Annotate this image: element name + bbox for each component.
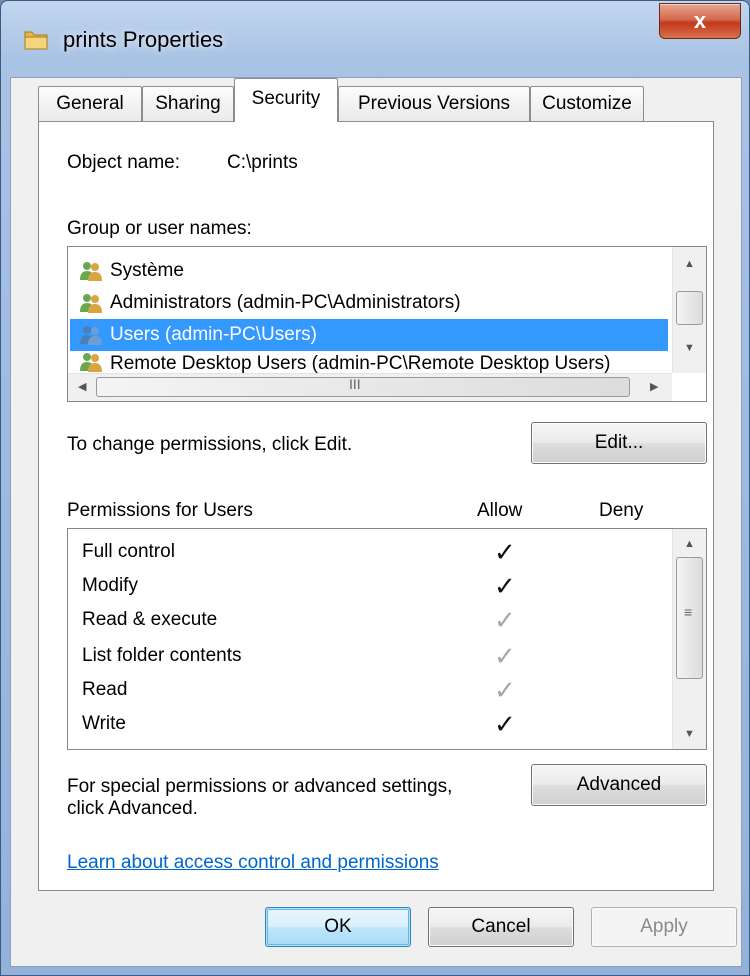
permission-name: Full control (82, 541, 175, 562)
group-label: Group or user names: (67, 218, 252, 239)
permission-name: Read (82, 679, 128, 700)
special-permissions-hint: For special permissions or advanced sett… (67, 776, 453, 797)
dialog-client-area: General Sharing Security Previous Versio… (10, 77, 742, 967)
user-group-icon (80, 294, 102, 313)
user-list-hscrollbar[interactable]: ◀ III ▶ (68, 373, 672, 401)
permissions-header: Permissions for Users (67, 500, 253, 521)
list-item[interactable]: Administrators (admin-PC\Administrators) (70, 287, 668, 319)
hscroll-thumb[interactable]: III (96, 376, 630, 397)
scroll-left-icon[interactable]: ◀ (78, 380, 86, 393)
learn-access-control-link[interactable]: Learn about access control and permissio… (67, 852, 439, 874)
user-group-icon (80, 326, 102, 345)
permission-name: List folder contents (82, 645, 242, 666)
special-permissions-hint-line2: click Advanced. (67, 798, 198, 819)
checkmark-icon: ✓ (494, 709, 516, 739)
scroll-right-icon[interactable]: ▶ (650, 380, 658, 393)
list-item[interactable]: Remote Desktop Users (admin-PC\Remote De… (70, 351, 668, 373)
table-row: Read ✓ (68, 673, 668, 709)
list-item-selected[interactable]: Users (admin-PC\Users) (70, 319, 668, 351)
permission-name: Modify (82, 575, 138, 596)
table-row: Read & execute ✓ (68, 603, 668, 639)
tab-general[interactable]: General (38, 86, 142, 122)
object-name-value: C:\prints (227, 152, 298, 173)
checkmark-icon: ✓ (494, 641, 516, 671)
scroll-up-icon[interactable]: ▲ (673, 531, 706, 557)
scroll-up-icon[interactable]: ▲ (673, 251, 706, 277)
grip-icon: III (349, 376, 361, 392)
properties-window: prints Properties x General Sharing Secu… (0, 0, 750, 976)
folder-icon (24, 31, 48, 50)
table-row: Modify ✓ (68, 569, 668, 605)
user-group-icon (80, 262, 102, 281)
ok-button[interactable]: OK (265, 907, 411, 947)
scroll-thumb[interactable] (676, 291, 703, 325)
object-name-label: Object name: (67, 152, 180, 173)
scroll-down-icon[interactable]: ▼ (673, 721, 706, 747)
grip-icon: ≡ (684, 604, 693, 620)
close-button[interactable]: x (659, 3, 741, 39)
list-item[interactable]: Système (70, 255, 668, 287)
table-row: List folder contents ✓ (68, 639, 668, 675)
checkmark-icon: ✓ (494, 605, 516, 635)
permissions-list: Full control ✓ Modify ✓ Read & execute ✓… (67, 528, 707, 750)
advanced-button[interactable]: Advanced (531, 764, 707, 806)
permission-name: Read & execute (82, 609, 218, 630)
tab-sharing[interactable]: Sharing (142, 86, 234, 122)
checkmark-icon: ✓ (494, 675, 516, 705)
allow-header: Allow (477, 500, 523, 521)
tab-security[interactable]: Security (234, 78, 338, 122)
edit-button[interactable]: Edit... (531, 422, 707, 464)
user-list-vscrollbar[interactable]: ▲ ▼ (672, 247, 706, 373)
security-tab-panel: Object name: C:\prints Group or user nam… (38, 121, 714, 891)
tab-customize[interactable]: Customize (530, 86, 644, 122)
permissions-vscrollbar[interactable]: ▲ ≡ ▼ (672, 529, 706, 749)
cancel-button[interactable]: Cancel (428, 907, 574, 947)
scroll-down-icon[interactable]: ▼ (673, 335, 706, 361)
deny-header: Deny (599, 500, 644, 521)
user-listbox[interactable]: Système Administrators (admin-PC\Adminis… (67, 246, 707, 402)
user-group-icon (80, 353, 102, 372)
close-icon: x (693, 8, 707, 33)
scroll-thumb[interactable]: ≡ (676, 557, 703, 679)
change-permissions-hint: To change permissions, click Edit. (67, 434, 353, 455)
tab-previous-versions[interactable]: Previous Versions (338, 86, 530, 122)
title-bar[interactable]: prints Properties x (1, 1, 749, 81)
checkmark-icon: ✓ (494, 537, 516, 567)
window-title: prints Properties (63, 27, 224, 52)
table-row: Full control ✓ (68, 535, 668, 571)
table-row: Write ✓ (68, 707, 668, 743)
permission-name: Write (82, 713, 126, 734)
checkmark-icon: ✓ (494, 571, 516, 601)
apply-button[interactable]: Apply (591, 907, 737, 947)
